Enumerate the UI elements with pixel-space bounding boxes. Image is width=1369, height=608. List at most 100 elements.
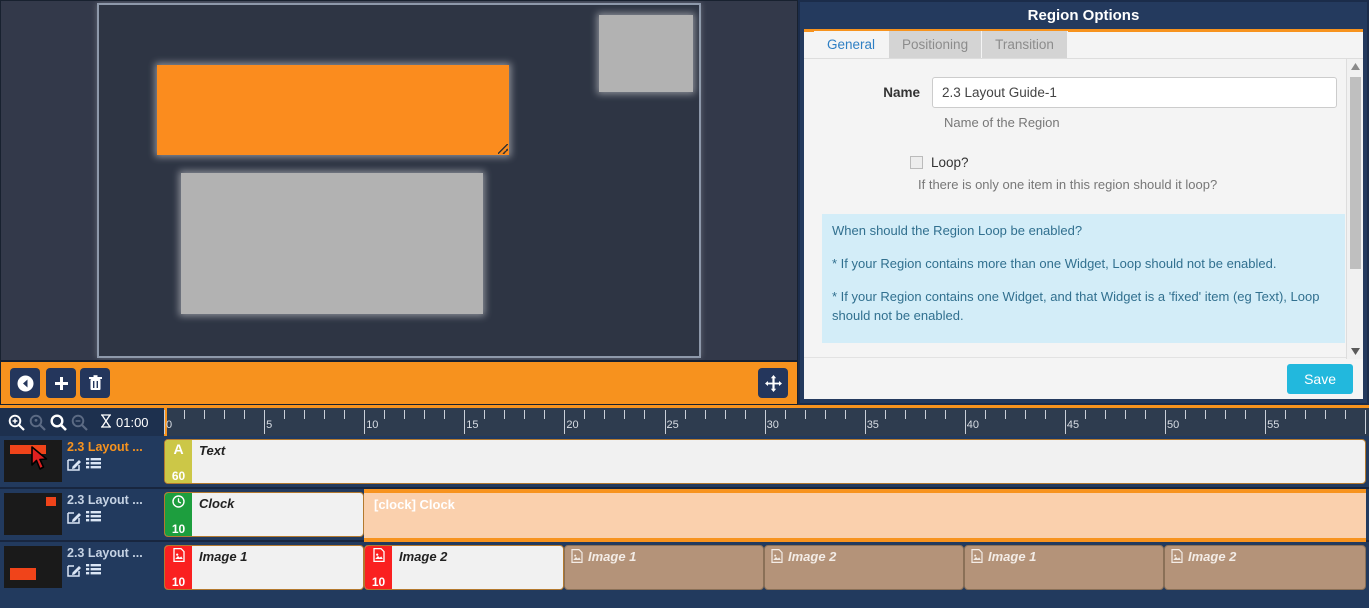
ruler-label: 30 [766, 419, 779, 431]
timeline-widget[interactable]: 10 Image 2 [364, 545, 564, 590]
ruler-minor-tick [844, 410, 846, 419]
zoom-in-icon[interactable] [6, 412, 27, 433]
ruler-minor-tick [684, 410, 686, 419]
tab-general[interactable]: General [814, 31, 890, 58]
row-header[interactable]: 2.3 Layout ... [0, 542, 164, 593]
back-arrow-circle-icon[interactable] [10, 368, 40, 398]
panel-scrollbar[interactable] [1346, 59, 1363, 359]
ruler-major-tick [1365, 410, 1367, 434]
timeline-duration: 01:00 [100, 413, 149, 431]
ghost-title: Image 1 [988, 549, 1037, 564]
name-form-row: Name [822, 77, 1345, 108]
region-options-panel: Region Options General Positioning Trans… [798, 0, 1369, 405]
scroll-down-icon[interactable] [1347, 344, 1363, 359]
hourglass-icon [100, 413, 112, 431]
zoom-locate-icon[interactable] [27, 412, 48, 433]
region-name: 2.3 Layout ... [67, 493, 143, 507]
widget-title: Text [199, 443, 226, 458]
timeline-widget[interactable]: 10 Clock [164, 492, 364, 537]
ruler-label: 45 [1066, 419, 1080, 431]
ruler-minor-tick [504, 410, 506, 419]
ruler-minor-tick [1024, 410, 1026, 419]
strip-label: [clock] Clock [374, 497, 455, 512]
name-input[interactable] [932, 77, 1337, 108]
list-icon[interactable] [86, 563, 101, 577]
list-icon[interactable] [86, 510, 101, 524]
timeline-toolbar: 01:00 [0, 408, 164, 436]
trash-icon[interactable] [80, 368, 110, 398]
ruler-minor-tick [644, 410, 646, 419]
scroll-up-icon[interactable] [1347, 59, 1363, 74]
mouse-cursor-icon [31, 446, 48, 470]
row-header[interactable]: 2.3 Layout ... [0, 436, 164, 487]
timeline-widget-ghost[interactable]: Image 2 [764, 545, 964, 590]
timeline-widget[interactable]: 10 Image 1 [164, 545, 364, 590]
ruler-label: 25 [666, 419, 679, 431]
timeline-row[interactable]: 2.3 Layout ... [0, 436, 1369, 489]
design-canvas[interactable] [1, 1, 797, 360]
zoom-reset-icon[interactable] [48, 412, 69, 433]
plus-icon[interactable] [46, 368, 76, 398]
row-meta: 2.3 Layout ... [67, 440, 143, 471]
widget-badge: 10 [165, 546, 192, 589]
ruler-minor-tick [1345, 410, 1347, 419]
row-header[interactable]: 2.3 Layout ... [0, 489, 164, 540]
edit-pencil-icon[interactable] [67, 457, 82, 471]
widget-title: Image 1 [199, 549, 248, 564]
image-icon [1171, 549, 1183, 566]
row-track[interactable]: [clock] Clock 10 Clock [164, 489, 1369, 542]
name-label: Name [883, 85, 920, 100]
ruler-minor-tick [1044, 410, 1046, 419]
widget-duration: 10 [371, 575, 386, 589]
info-line-2: * If your Region contains more than one … [832, 255, 1277, 271]
move-arrows-icon[interactable] [758, 368, 788, 398]
image-icon [771, 549, 783, 566]
row-track[interactable]: 10 Image 1 10 Image 2 Image 1 Image 2 Im… [164, 542, 1369, 593]
timeline-row[interactable]: 2.3 Layout ... [0, 489, 1369, 542]
image-widget-icon [372, 547, 385, 564]
ruler-minor-tick [304, 410, 306, 419]
ruler-minor-tick [784, 410, 786, 419]
resize-grip-icon[interactable] [498, 144, 508, 154]
tab-positioning[interactable]: Positioning [889, 31, 983, 58]
timeline-row[interactable]: 2.3 Layout ... [0, 542, 1369, 595]
edit-pencil-icon[interactable] [67, 563, 82, 577]
region-images[interactable] [181, 173, 483, 314]
row-track[interactable]: A 60 Text [164, 436, 1369, 487]
tab-transition[interactable]: Transition [982, 31, 1068, 58]
ruler-minor-tick [1124, 410, 1126, 419]
panel-title: Region Options [800, 2, 1367, 29]
zoom-out-icon[interactable] [69, 412, 90, 433]
timeline-widget[interactable]: A 60 Text [164, 439, 1366, 484]
loop-checkbox[interactable] [910, 156, 923, 169]
timeline-bottom-bar [0, 592, 1369, 608]
timeline-widget-ghost[interactable]: Image 2 [1164, 545, 1366, 590]
scrollbar-thumb[interactable] [1350, 77, 1361, 269]
region-clock[interactable] [599, 15, 693, 92]
timeline-ruler[interactable]: 0 5 10 15 20 25 30 35 40 45 50 55 [164, 408, 1369, 436]
region-thumbnail[interactable] [4, 493, 62, 535]
widget-title: Image 2 [399, 549, 448, 564]
list-icon[interactable] [86, 457, 101, 471]
ruler-minor-tick [1084, 410, 1086, 419]
region-thumbnail[interactable] [4, 546, 62, 588]
ruler-label: 10 [366, 419, 379, 431]
ruler-label: 15 [466, 419, 479, 431]
ruler-minor-tick [184, 410, 186, 419]
ruler-minor-tick [1104, 410, 1106, 419]
edit-pencil-icon[interactable] [67, 510, 82, 524]
ruler-minor-tick [584, 410, 586, 419]
thumb-block [10, 568, 36, 580]
ruler-minor-tick [624, 410, 626, 419]
save-button[interactable]: Save [1287, 363, 1353, 394]
timeline-widget-ghost[interactable]: Image 1 [564, 545, 764, 590]
text-widget-icon: A [173, 441, 184, 457]
widget-overflow-strip[interactable]: [clock] Clock [364, 489, 1366, 542]
ruler-minor-tick [1245, 410, 1247, 419]
info-line-1: When should the Region Loop be enabled? [832, 223, 1083, 238]
region-thumbnail[interactable] [4, 440, 62, 482]
name-help-text: Name of the Region [944, 115, 1060, 130]
timeline-widget-ghost[interactable]: Image 1 [964, 545, 1164, 590]
region-text[interactable] [157, 65, 509, 155]
ruler-minor-tick [404, 410, 406, 419]
